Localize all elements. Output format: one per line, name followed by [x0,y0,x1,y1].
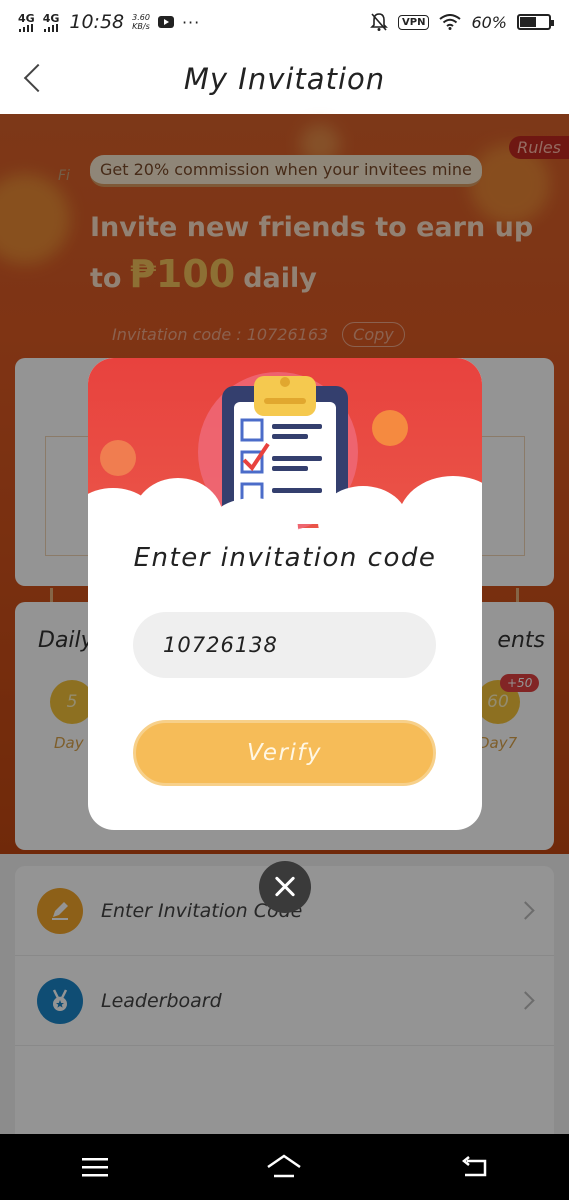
back-icon[interactable] [444,1147,504,1187]
invitation-code-input[interactable] [133,612,436,678]
close-modal-button[interactable] [259,861,311,913]
modal-title: Enter invitation code [133,543,437,573]
home-icon[interactable] [254,1147,314,1187]
verify-button[interactable]: Verify [133,720,436,786]
modal-header-illustration [88,358,482,566]
decor-coin [372,410,408,446]
menu-icon[interactable] [65,1147,125,1187]
system-nav-bar [0,1134,569,1200]
decor-coin [100,440,136,476]
invitation-code-modal: Enter invitation code Verify [88,358,482,830]
header-unshaded [0,0,569,114]
